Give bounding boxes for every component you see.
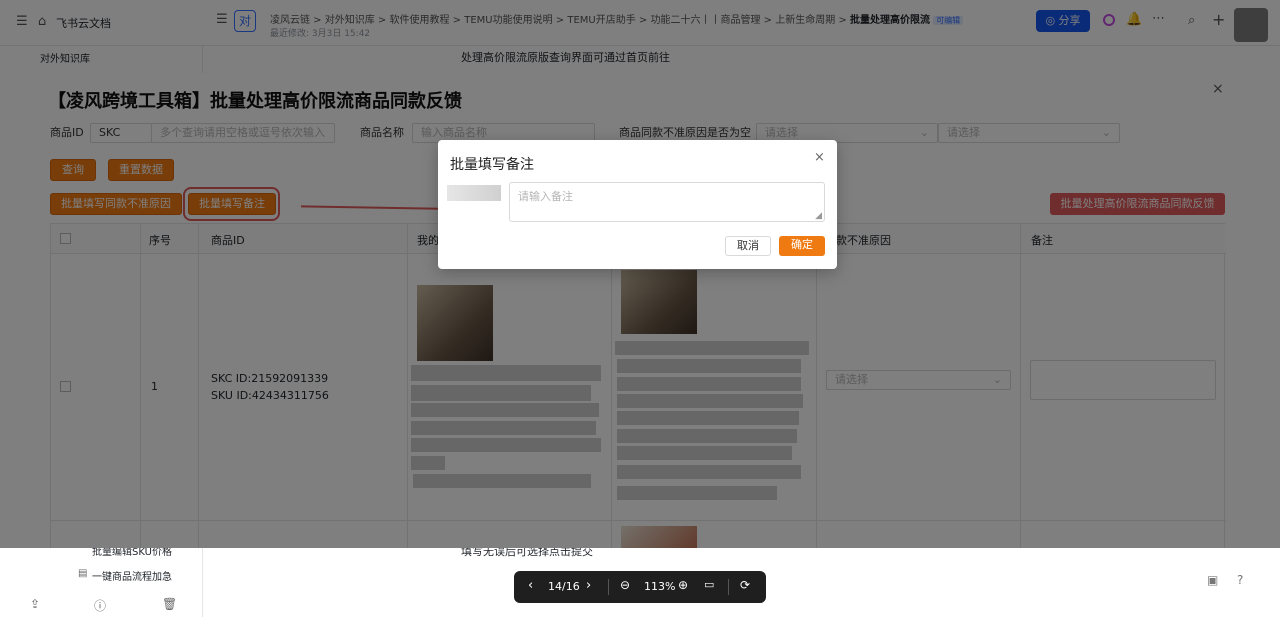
- note-input[interactable]: 请输入备注 ◢: [509, 182, 825, 222]
- redacted-label: [447, 185, 501, 201]
- share-out-icon[interactable]: ⇪: [30, 597, 40, 611]
- resize-handle-icon[interactable]: ◢: [815, 211, 822, 221]
- prev-page-icon[interactable]: ‹: [528, 578, 533, 593]
- zoom-in-icon[interactable]: ⊕: [678, 578, 688, 592]
- info-icon[interactable]: ⓘ: [94, 597, 106, 614]
- rotate-icon[interactable]: ⟳: [740, 578, 750, 592]
- page-navigator: ‹ 14/16 › ⊖ 113% ⊕ ▭ ⟳: [514, 571, 766, 603]
- fit-icon[interactable]: ▭: [704, 578, 714, 591]
- zoom-level: 113%: [644, 580, 676, 593]
- note-placeholder: 请输入备注: [518, 190, 573, 203]
- modal-title: 批量填写备注: [450, 157, 534, 173]
- zoom-out-icon[interactable]: ⊖: [620, 578, 630, 592]
- confirm-button[interactable]: 确定: [779, 236, 825, 256]
- close-icon[interactable]: ×: [814, 150, 825, 165]
- sidebar-item[interactable]: 一键商品流程加急: [92, 568, 172, 583]
- cancel-button[interactable]: 取消: [725, 236, 771, 256]
- next-page-icon[interactable]: ›: [586, 578, 591, 593]
- help-icon[interactable]: ?: [1237, 573, 1243, 587]
- batch-note-modal: 批量填写备注 × 请输入备注 ◢ 取消 确定: [438, 140, 837, 269]
- trash-icon[interactable]: 🗑: [162, 597, 177, 611]
- copy-icon[interactable]: ▣: [1207, 573, 1218, 587]
- page-indicator: 14/16: [548, 580, 580, 593]
- doc-icon: ▤: [78, 568, 88, 579]
